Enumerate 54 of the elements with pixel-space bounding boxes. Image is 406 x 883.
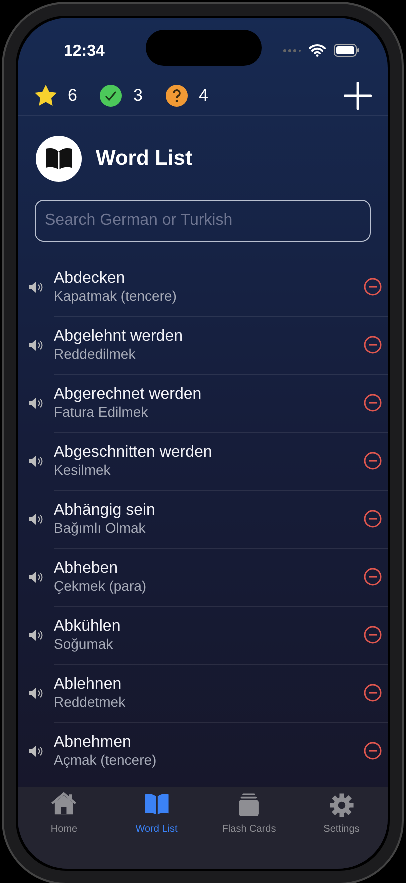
star-count: 6 [68,84,78,107]
search-field[interactable]: Search German or Turkish [35,200,371,242]
german-word: Abkühlen [54,618,121,636]
tab[interactable]: Word List [110,791,203,837]
speaker-icon[interactable] [28,746,44,756]
turkish-translation: Bağımlı Olmak [54,520,146,536]
remove-button[interactable] [364,684,382,702]
battery-icon [334,44,360,57]
remove-button[interactable] [364,742,382,760]
german-word: Abheben [54,560,118,578]
speaker-icon[interactable] [28,456,44,466]
turkish-translation: Kapatmak (tencere) [54,288,177,304]
remove-button[interactable] [364,452,382,470]
remove-button[interactable] [364,394,382,412]
german-word: Abhängig sein [54,502,156,520]
turkish-translation: Reddedilmek [54,346,136,362]
tab[interactable]: Settings [296,791,388,837]
star-icon [34,84,58,108]
turkish-translation: Soğumak [54,636,114,652]
turkish-translation: Reddetmek [54,694,126,710]
german-word: Abgelehnt werden [54,328,183,346]
check-count: 3 [133,84,143,107]
speaker-icon[interactable] [28,572,44,582]
remove-button[interactable] [364,568,382,586]
page-title: Word List [96,146,192,172]
turkish-translation: Açmak (tencere) [54,752,157,768]
question-count: 4 [198,84,208,107]
german-word: Abnehmen [54,734,132,752]
speaker-icon[interactable] [28,398,44,408]
remove-button[interactable] [364,278,382,296]
speaker-icon[interactable] [28,630,44,640]
german-word: Abgeschnitten werden [54,444,212,462]
help-icon [164,84,189,108]
speaker-icon[interactable] [28,340,44,350]
signal-icon [283,48,301,52]
remove-button[interactable] [364,626,382,644]
wifi-icon [309,44,326,57]
remove-button[interactable] [364,336,382,354]
tab[interactable]: Home [18,791,110,837]
book-logo [36,136,82,182]
add-button[interactable] [344,82,372,110]
tab[interactable]: Flash Cards [203,791,296,837]
status-time: 12:34 [64,42,105,62]
german-word: Ablehnen [54,676,122,694]
german-word: Abgerechnet werden [54,386,202,404]
turkish-translation: Fatura Edilmek [54,404,148,420]
turkish-translation: Çekmek (para) [54,578,147,594]
speaker-icon[interactable] [28,282,44,292]
speaker-icon[interactable] [28,514,44,524]
german-word: Abdecken [54,270,126,288]
check-icon [99,84,124,108]
turkish-translation: Kesilmek [54,462,111,478]
speaker-icon[interactable] [28,688,44,698]
remove-button[interactable] [364,510,382,528]
